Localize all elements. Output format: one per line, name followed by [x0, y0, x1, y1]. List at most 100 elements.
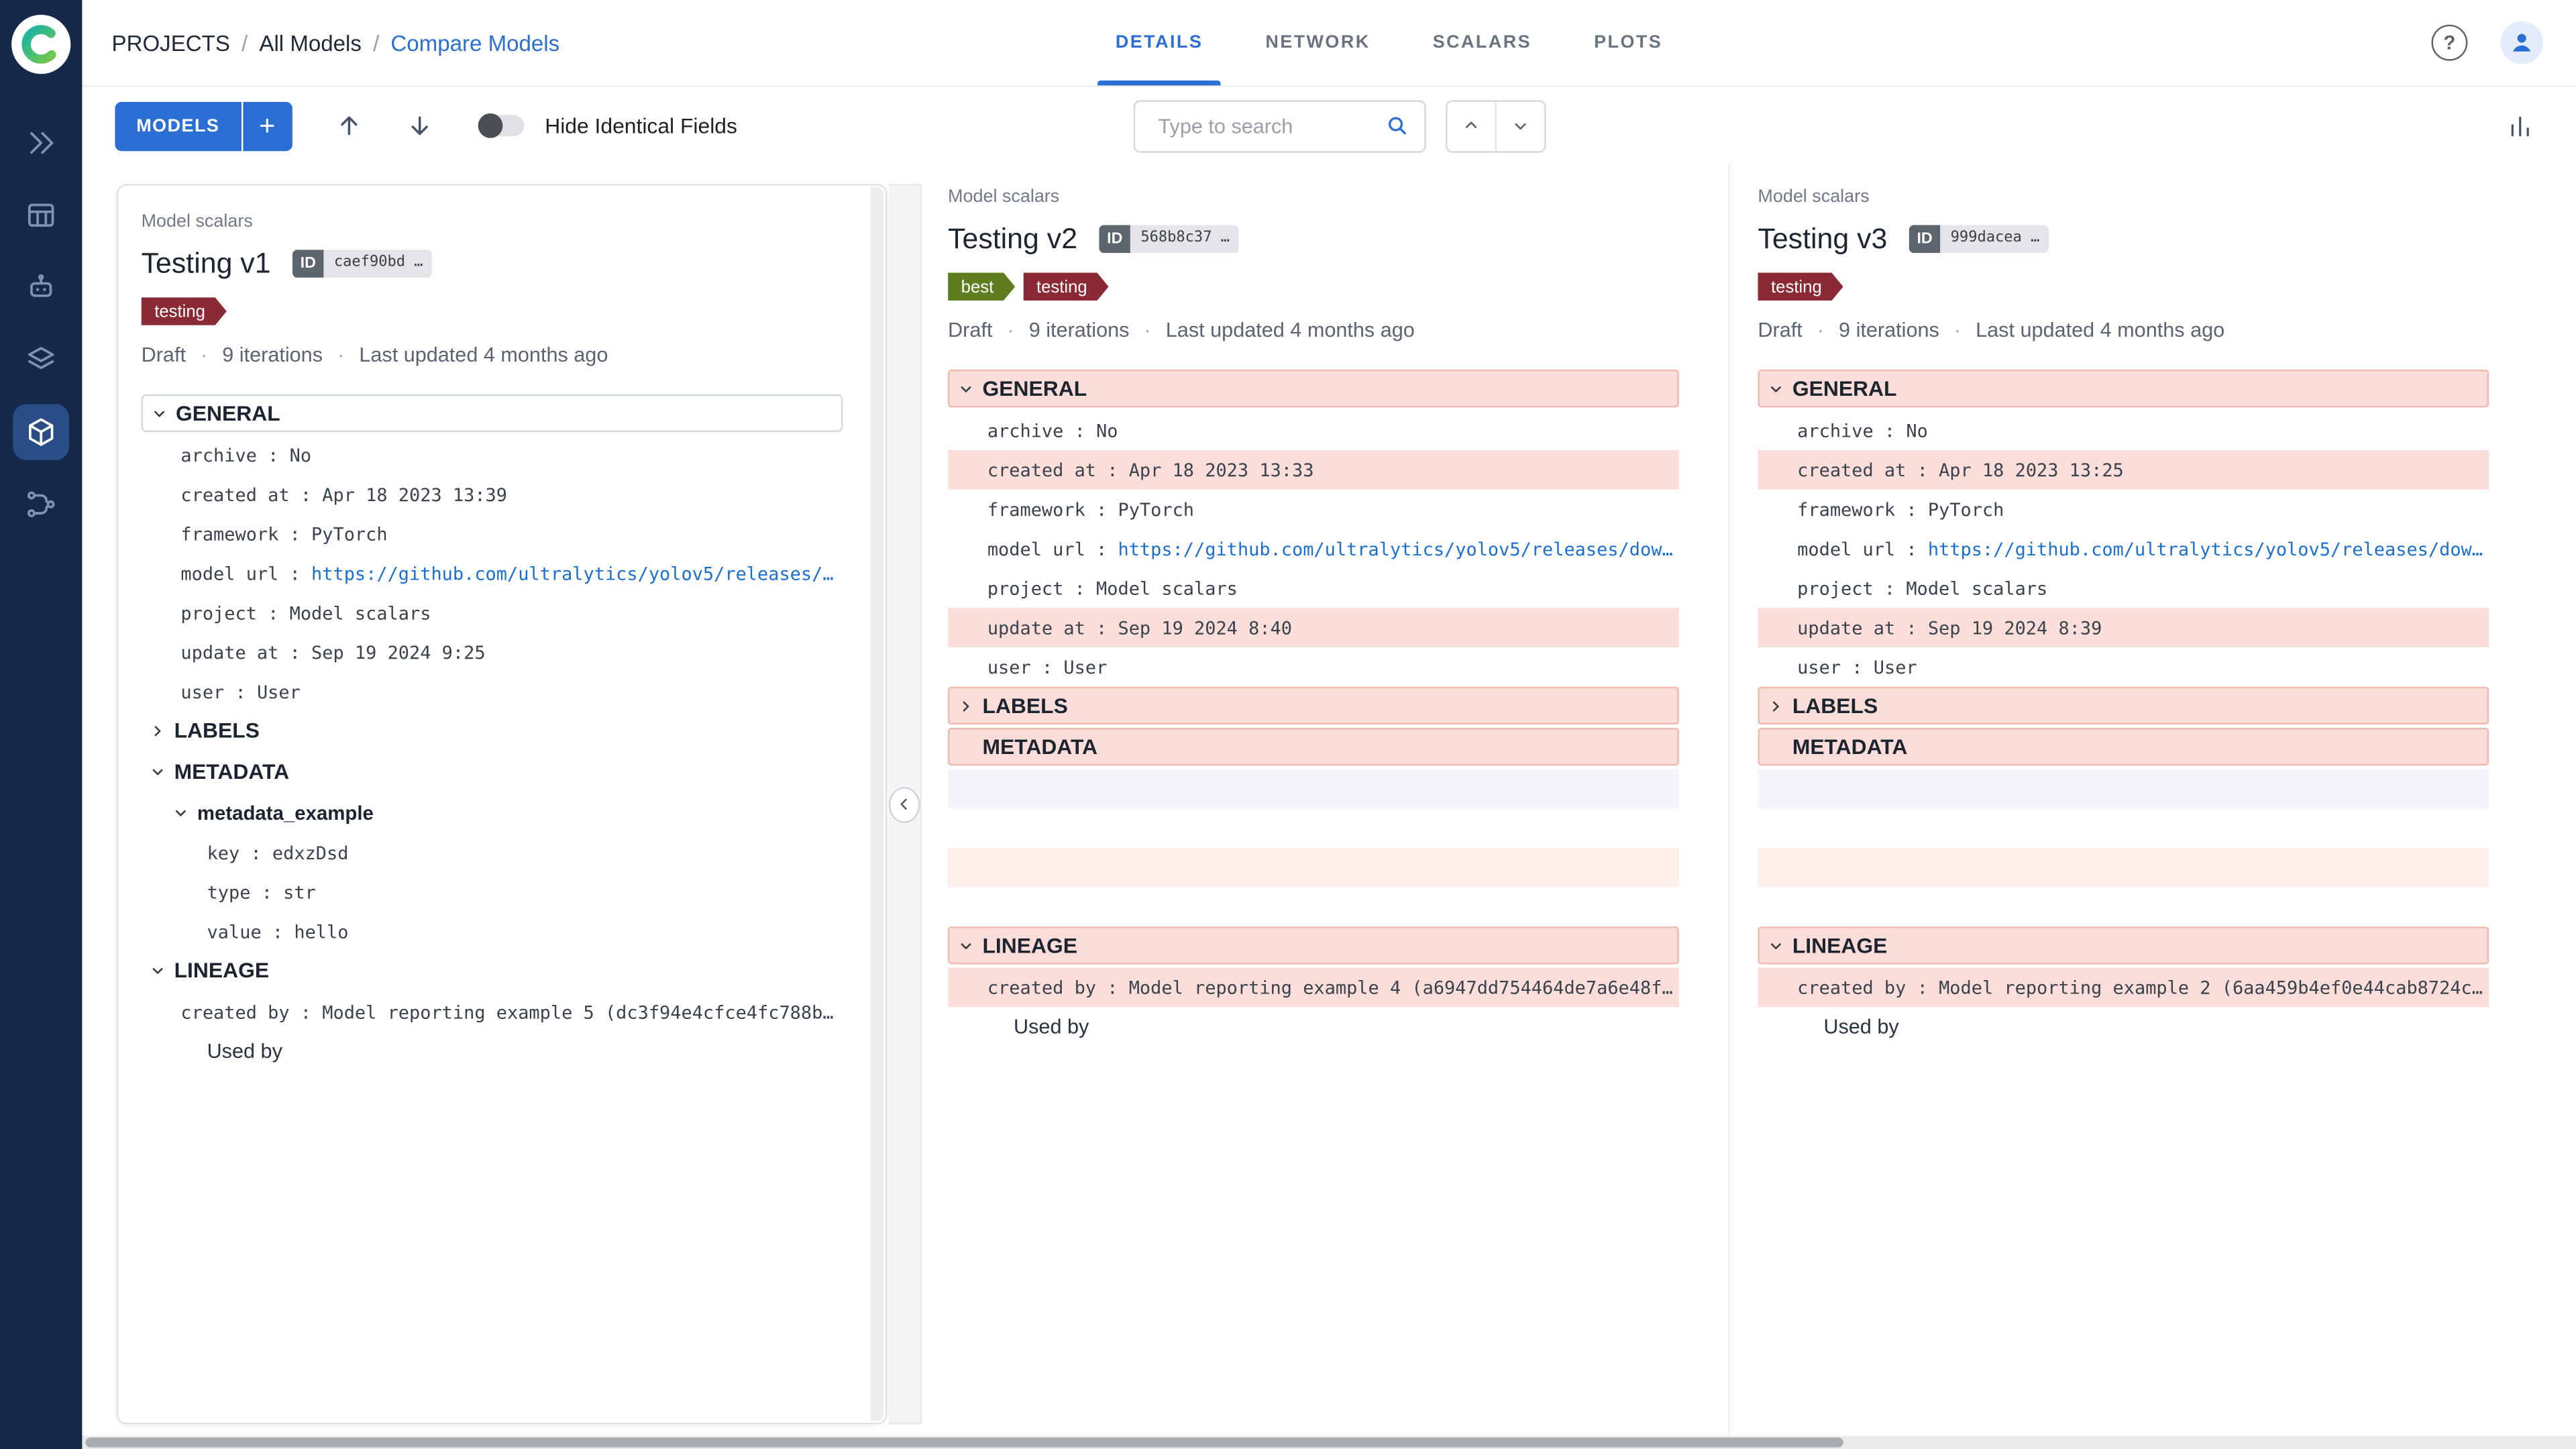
section-header-lineage[interactable]: LINEAGE — [1758, 926, 2489, 965]
sections: GENERAL archive : No created at : Apr 18 2… — [948, 370, 1679, 1046]
field-row-user: user : User — [142, 672, 843, 712]
status-part: Draft — [948, 319, 993, 342]
field-value: Apr 18 2023 13:25 — [1939, 459, 2124, 481]
section-header-labels[interactable]: LABELS — [948, 686, 1679, 725]
next-match-button[interactable] — [1497, 101, 1544, 150]
tab-network[interactable]: NETWORK — [1234, 0, 1401, 85]
models-button[interactable]: MODELS — [115, 101, 241, 151]
sidebar-item-experiments-table[interactable] — [13, 187, 69, 243]
add-model-button[interactable]: + — [242, 101, 292, 151]
search-input[interactable] — [1155, 112, 1385, 139]
empty-row — [948, 887, 1679, 926]
top-icons: ? — [2431, 21, 2544, 64]
model-title: Testing v2 — [948, 221, 1078, 254]
model-url-link[interactable]: https://github.com/ultralytics/yolov5/re… — [311, 563, 843, 584]
tag-testing: testing — [1023, 273, 1108, 301]
breadcrumb-item[interactable]: All Models — [259, 30, 362, 55]
sidebar-item-model-registry[interactable] — [13, 404, 69, 460]
section-header-general[interactable]: GENERAL — [141, 394, 843, 433]
column-settings-button[interactable] — [2507, 113, 2533, 139]
model-id-badge: ID 999dacea … — [1909, 224, 2050, 252]
hide-identical-toggle[interactable]: Hide Identical Fields — [477, 113, 737, 138]
section-header-labels[interactable]: LABELS — [1758, 686, 2489, 725]
section-header-general[interactable]: GENERAL — [1758, 370, 2489, 408]
section-header-lineage[interactable]: LINEAGE — [948, 926, 1679, 965]
field-value: edxzDsd — [272, 842, 349, 863]
field-value: Apr 18 2023 13:39 — [322, 484, 508, 506]
tab-plots[interactable]: PLOTS — [1563, 0, 1694, 85]
section-header-lineage[interactable]: LINEAGE — [142, 951, 843, 989]
sidebar-item-debugger[interactable] — [13, 260, 69, 315]
section-header-metadata[interactable]: METADATA — [1758, 727, 2489, 766]
collapse-column-button[interactable] — [888, 786, 920, 822]
vertical-scrollbar[interactable] — [870, 187, 884, 1421]
field-value: Model scalars — [1096, 577, 1238, 599]
field-row-project: project : Model scalars — [1758, 568, 2489, 608]
metadata-group-metadata_example[interactable]: metadata_example — [142, 794, 843, 833]
empty-row — [1758, 769, 2489, 808]
toggle-knob — [477, 113, 502, 138]
help-icon[interactable]: ? — [2431, 24, 2468, 61]
field-label: archive — [987, 419, 1064, 441]
field-label: project — [987, 577, 1064, 599]
field-separator: : — [1895, 616, 1928, 639]
tabs: DETAILS NETWORK SCALARS PLOTS — [1084, 0, 1694, 86]
field-label: update at — [987, 616, 1085, 639]
section-name: LABELS — [982, 693, 1068, 718]
sidebar-item-pipelines[interactable] — [13, 476, 69, 532]
id-badge-value: caef90bd … — [324, 249, 433, 277]
experiments-table-icon — [25, 199, 58, 231]
breadcrumb-item[interactable]: PROJECTS — [112, 30, 230, 55]
field-label: type — [207, 881, 251, 903]
horizontal-scrollbar-thumb[interactable] — [85, 1437, 1843, 1448]
field-label: key — [207, 842, 240, 863]
model-column-body: Model scalars Testing v1 ID caef90bd … testi… — [141, 211, 843, 1071]
column-divider — [1728, 164, 1730, 1436]
comet-logo[interactable] — [11, 15, 71, 74]
section-name: GENERAL — [176, 400, 280, 426]
model-type-label: Model scalars — [948, 187, 1060, 207]
section-header-metadata[interactable]: METADATA — [948, 727, 1679, 766]
breadcrumb: PROJECTS / All Models / Compare Models — [112, 30, 560, 55]
section-header-metadata[interactable]: METADATA — [142, 753, 843, 790]
sidebar-nav — [13, 107, 69, 541]
chevron-right-icon — [950, 698, 983, 714]
tab-details[interactable]: DETAILS — [1084, 0, 1234, 86]
models-button-group: MODELS + — [115, 101, 292, 151]
field-label: created at — [1797, 459, 1907, 481]
tab-scalars[interactable]: SCALARS — [1401, 0, 1562, 85]
chevron-right-icon — [1760, 698, 1792, 714]
avatar[interactable] — [2500, 21, 2544, 64]
field-separator: : — [278, 562, 312, 584]
field-separator: : — [289, 1001, 323, 1023]
field-value: Model reporting example 4 (a6947dd754464… — [1128, 976, 1679, 998]
model-title-row: Testing v3 ID 999dacea … — [1758, 219, 2489, 258]
field-separator: : — [1906, 976, 1939, 998]
model-type-label: Model scalars — [141, 211, 253, 232]
user-icon — [2513, 34, 2531, 52]
model-url-link[interactable]: https://github.com/ultralytics/yolov5/re… — [1928, 538, 2489, 559]
quickstart-icon — [25, 127, 58, 160]
field-row-created-at: created at : Apr 18 2023 13:25 — [1758, 450, 2489, 490]
app-root: PROJECTS / All Models / Compare Models DETAI… — [0, 0, 2576, 1449]
artifacts-icon — [25, 343, 58, 376]
sidebar-item-artifacts[interactable] — [13, 332, 69, 388]
empty-row — [948, 847, 1679, 888]
field-value: PyTorch — [311, 523, 388, 545]
move-down-button[interactable] — [405, 112, 433, 140]
sidebar-item-quickstart[interactable] — [13, 115, 69, 170]
search-icon[interactable] — [1385, 113, 1409, 138]
model-type-label: Model scalars — [1758, 187, 1870, 207]
prev-match-button[interactable] — [1448, 101, 1497, 151]
field-label: created at — [180, 484, 290, 506]
breadcrumb-separator: / — [241, 30, 248, 56]
model-url-link[interactable]: https://github.com/ultralytics/yolov5/re… — [1118, 538, 1678, 559]
model-tags: best testing — [948, 273, 1679, 301]
field-row-value: value : hello — [142, 912, 843, 951]
status-separator: · — [1144, 319, 1151, 342]
section-header-general[interactable]: GENERAL — [948, 370, 1679, 408]
move-up-button[interactable] — [335, 112, 363, 140]
model-column-card: Model scalars Testing v1 ID caef90bd … testi… — [116, 184, 888, 1425]
section-header-labels[interactable]: LABELS — [142, 711, 843, 749]
breadcrumb-item[interactable]: Compare Models — [390, 30, 559, 55]
